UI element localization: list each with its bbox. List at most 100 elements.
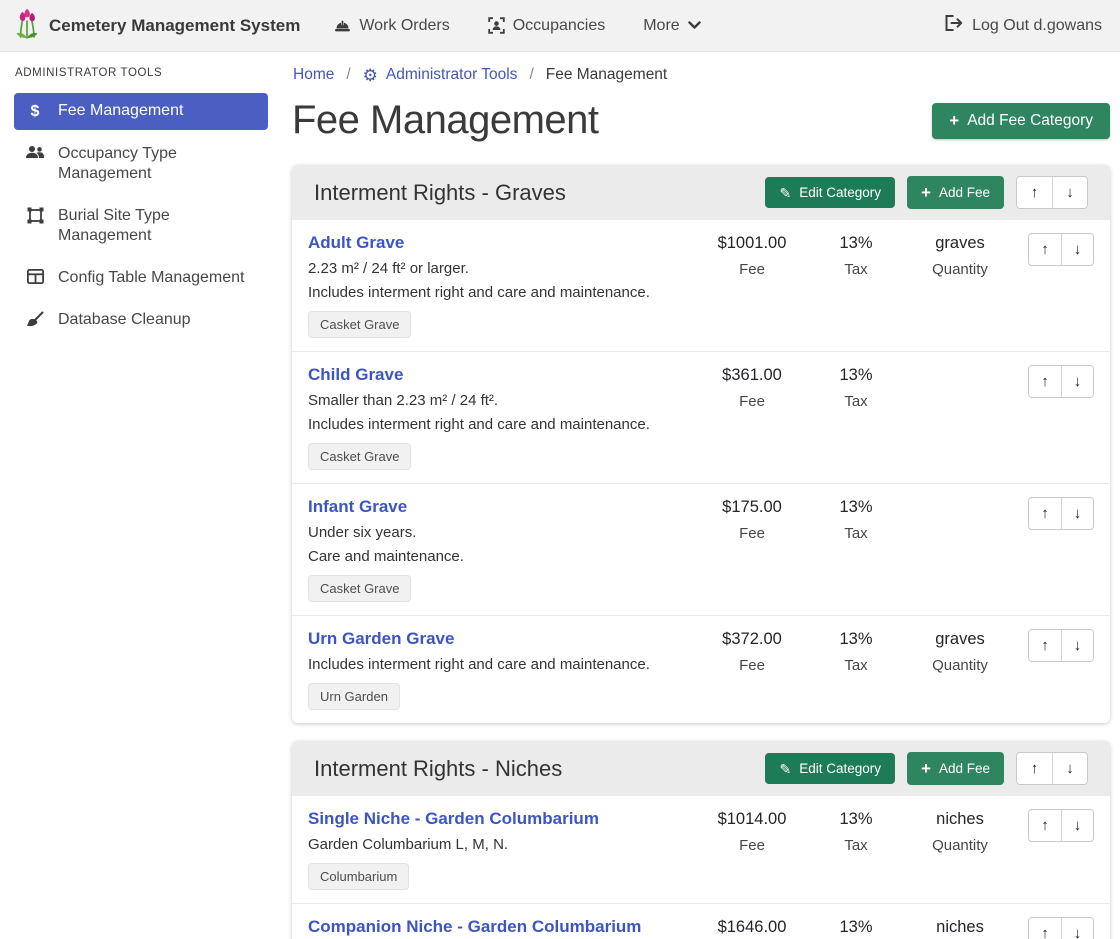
- table-icon: [24, 268, 46, 284]
- move-category-up-button[interactable]: ↑: [1017, 753, 1052, 784]
- fee-description: 2.23 m² / 24 ft² or larger.: [308, 260, 690, 277]
- move-fee-up-button[interactable]: ↑: [1029, 918, 1061, 939]
- fee-label: Fee: [700, 837, 804, 854]
- breadcrumb-separator: /: [529, 66, 533, 84]
- fee-row: Single Niche - Garden Columbarium Garden…: [292, 796, 1110, 904]
- fee-name-link[interactable]: Urn Garden Grave: [308, 629, 454, 649]
- fee-reorder-group: ↑ ↓: [1028, 365, 1094, 398]
- move-fee-up-button[interactable]: ↑: [1029, 810, 1061, 841]
- fee-amount: $361.00: [700, 366, 804, 385]
- tax-amount: 13%: [804, 498, 908, 517]
- logout-button[interactable]: Log Out d.gowans: [945, 15, 1102, 36]
- fee-name-link[interactable]: Adult Grave: [308, 233, 404, 253]
- fee-note: Includes interment right and care and ma…: [308, 416, 690, 433]
- fee-description: Includes interment right and care and ma…: [308, 656, 690, 673]
- fee-type-badge: Columbarium: [308, 863, 409, 890]
- sidebar-item-label: Config Table Management: [58, 268, 245, 288]
- move-fee-down-button[interactable]: ↓: [1061, 810, 1093, 841]
- breadcrumb-current: Fee Management: [546, 66, 668, 84]
- fee-label: Fee: [700, 393, 804, 410]
- move-fee-up-button[interactable]: ↑: [1029, 234, 1061, 265]
- fee-label: Fee: [700, 261, 804, 278]
- sidebar-item-occupancy-type[interactable]: Occupancy Type Management: [14, 136, 268, 192]
- fee-label: Fee: [700, 525, 804, 542]
- fee-type-badge: Casket Grave: [308, 575, 411, 602]
- sidebar-item-config-table[interactable]: Config Table Management: [14, 260, 268, 296]
- quantity-unit: niches: [908, 918, 1012, 937]
- nav-occupancies-label: Occupancies: [513, 17, 606, 35]
- edit-category-button[interactable]: ✎ Edit Category: [765, 753, 895, 784]
- sidebar-item-label: Fee Management: [58, 101, 183, 121]
- gear-icon: ⚙: [363, 67, 378, 84]
- sidebar-item-fee-management[interactable]: $ Fee Management: [14, 93, 268, 130]
- nav-more[interactable]: More: [643, 17, 700, 35]
- breadcrumb-separator: /: [346, 66, 350, 84]
- category-reorder-group: ↑ ↓: [1016, 176, 1088, 209]
- fee-description: Smaller than 2.23 m² / 24 ft².: [308, 392, 690, 409]
- tax-amount: 13%: [804, 810, 908, 829]
- fee-name-link[interactable]: Infant Grave: [308, 497, 407, 517]
- fee-name-link[interactable]: Single Niche - Garden Columbarium: [308, 809, 599, 829]
- fee-row: Child Grave Smaller than 2.23 m² / 24 ft…: [292, 352, 1110, 484]
- fee-description: Under six years.: [308, 524, 690, 541]
- fee-amount: $1001.00: [700, 234, 804, 253]
- fee-row: Adult Grave 2.23 m² / 24 ft² or larger. …: [292, 220, 1110, 352]
- app-brand[interactable]: Cemetery Management System: [14, 8, 300, 44]
- fee-amount: $372.00: [700, 630, 804, 649]
- page-title: Fee Management: [292, 98, 599, 143]
- plus-icon: +: [949, 112, 959, 129]
- fee-type-badge: Urn Garden: [308, 683, 400, 710]
- fee-name-link[interactable]: Companion Niche - Garden Columbarium: [308, 917, 641, 937]
- quantity-label: Quantity: [908, 837, 1012, 854]
- move-fee-up-button[interactable]: ↑: [1029, 630, 1061, 661]
- tulip-logo-icon: [14, 8, 40, 44]
- edit-category-button[interactable]: ✎ Edit Category: [765, 177, 895, 208]
- fee-note: Care and maintenance.: [308, 548, 690, 565]
- add-fee-category-button[interactable]: + Add Fee Category: [932, 103, 1110, 139]
- chevron-down-icon: [688, 21, 701, 30]
- move-fee-down-button[interactable]: ↓: [1061, 366, 1093, 397]
- nav-occupancies[interactable]: Occupancies: [488, 17, 606, 35]
- admin-sidebar: ADMINISTRATOR TOOLS $ Fee Management Occ…: [0, 52, 280, 344]
- tax-label: Tax: [804, 393, 908, 410]
- breadcrumb-home[interactable]: Home: [293, 66, 334, 84]
- fee-reorder-group: ↑ ↓: [1028, 917, 1094, 939]
- move-category-up-button[interactable]: ↑: [1017, 177, 1052, 208]
- breadcrumb-admin-tools[interactable]: ⚙ Administrator Tools: [363, 66, 518, 84]
- move-category-down-button[interactable]: ↓: [1052, 177, 1087, 208]
- fee-label: Fee: [700, 657, 804, 674]
- app-title: Cemetery Management System: [49, 16, 300, 36]
- move-fee-up-button[interactable]: ↑: [1029, 366, 1061, 397]
- dollar-icon: $: [24, 101, 46, 122]
- tax-label: Tax: [804, 261, 908, 278]
- category-header: Interment Rights - Niches ✎ Edit Categor…: [292, 741, 1110, 796]
- top-navbar: Cemetery Management System Work Orders: [0, 0, 1120, 52]
- fee-reorder-group: ↑ ↓: [1028, 629, 1094, 662]
- move-category-down-button[interactable]: ↓: [1052, 753, 1087, 784]
- fee-name-link[interactable]: Child Grave: [308, 365, 403, 385]
- sidebar-item-database-cleanup[interactable]: Database Cleanup: [14, 302, 268, 338]
- sidebar-item-burial-site-type[interactable]: Burial Site Type Management: [14, 198, 268, 254]
- add-fee-button[interactable]: + Add Fee: [907, 176, 1004, 209]
- category-header: Interment Rights - Graves ✎ Edit Categor…: [292, 165, 1110, 220]
- sidebar-item-label: Database Cleanup: [58, 310, 191, 330]
- move-fee-down-button[interactable]: ↓: [1061, 630, 1093, 661]
- breadcrumb: Home / ⚙ Administrator Tools / Fee Manag…: [293, 66, 1110, 84]
- nav-more-label: More: [643, 17, 679, 35]
- category-reorder-group: ↑ ↓: [1016, 752, 1088, 785]
- pencil-icon: ✎: [779, 186, 791, 200]
- nav-work-orders-label: Work Orders: [359, 17, 449, 35]
- nav-work-orders[interactable]: Work Orders: [334, 17, 449, 35]
- tax-label: Tax: [804, 525, 908, 542]
- move-fee-up-button[interactable]: ↑: [1029, 498, 1061, 529]
- move-fee-down-button[interactable]: ↓: [1061, 918, 1093, 939]
- move-fee-down-button[interactable]: ↓: [1061, 498, 1093, 529]
- move-fee-down-button[interactable]: ↓: [1061, 234, 1093, 265]
- add-fee-button[interactable]: + Add Fee: [907, 752, 1004, 785]
- fee-reorder-group: ↑ ↓: [1028, 497, 1094, 530]
- tax-label: Tax: [804, 837, 908, 854]
- tax-amount: 13%: [804, 366, 908, 385]
- pencil-icon: ✎: [779, 762, 791, 776]
- plus-icon: +: [921, 184, 931, 201]
- quantity-label: Quantity: [908, 261, 1012, 278]
